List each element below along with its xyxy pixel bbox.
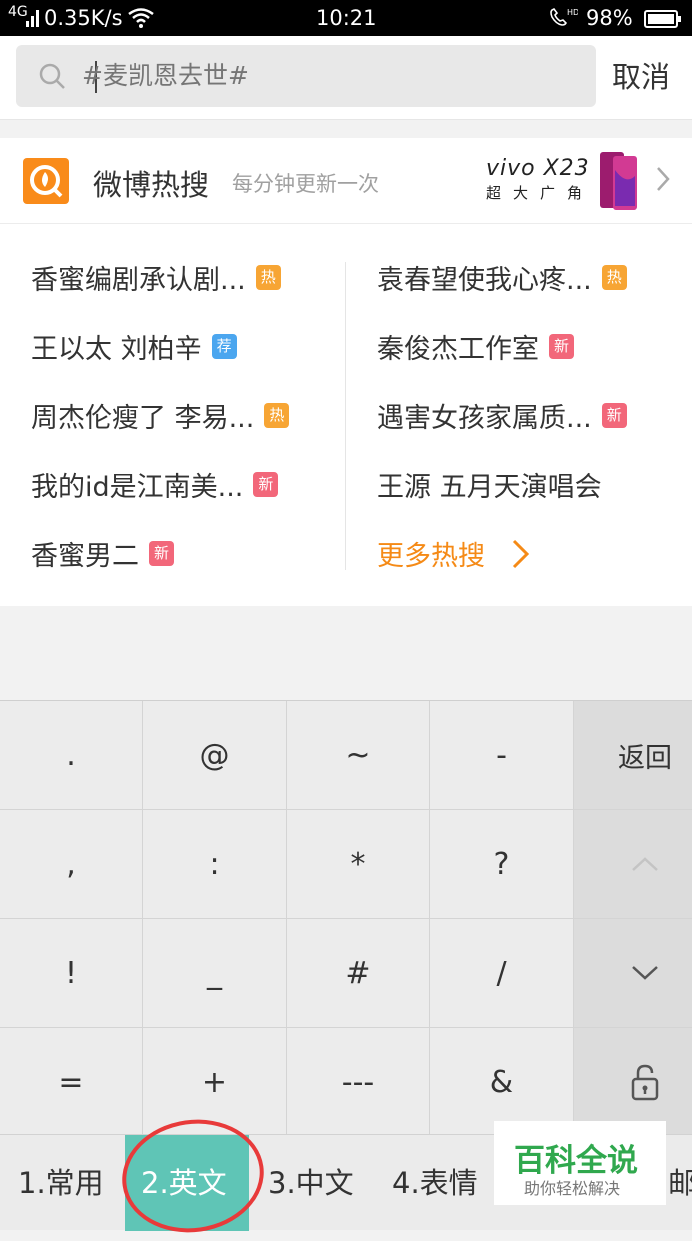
search-bar: 取消 <box>0 36 692 120</box>
new-badge: 新 <box>149 541 174 566</box>
new-badge: 新 <box>253 472 279 497</box>
chevron-right-icon <box>512 539 529 568</box>
new-badge: 新 <box>601 403 627 428</box>
tab-email[interactable]: 邮 <box>668 1135 692 1231</box>
hot-badge: 热 <box>255 265 281 290</box>
hot-search-panel: 微博热搜 每分钟更新一次 vivo X23 超大广角 香蜜编剧承认剧... 热 王… <box>0 138 692 606</box>
chevron-down-icon <box>632 966 658 980</box>
key-underscore[interactable]: _ <box>143 919 286 1027</box>
key-exclamation[interactable]: ! <box>0 919 142 1027</box>
ad-slogan: 超大广角 <box>486 184 595 202</box>
more-hot-search-link[interactable]: 更多热搜 <box>377 534 532 574</box>
hot-item-text: 王以太 刘柏辛 <box>31 334 202 365</box>
phone-ad-image <box>600 152 637 210</box>
hot-search-title: 微博热搜 <box>93 168 210 202</box>
page-down-button[interactable] <box>574 919 692 1027</box>
lock-button[interactable] <box>574 1028 692 1136</box>
chevron-up-icon <box>632 857 658 871</box>
hot-item-text: 周杰伦瘦了 李易... <box>31 403 255 434</box>
hot-item[interactable]: 王以太 刘柏辛荐 <box>31 327 237 367</box>
key-colon[interactable]: : <box>143 810 286 918</box>
search-input[interactable] <box>82 45 582 107</box>
hot-search-subtitle: 每分钟更新一次 <box>232 172 379 196</box>
key-asterisk[interactable]: * <box>287 810 429 918</box>
page-up-button[interactable] <box>574 810 692 918</box>
hot-item-text: 遇害女孩家属质... <box>377 403 592 434</box>
blank-area <box>0 606 692 700</box>
network-speed: 0.35K/s <box>44 6 123 30</box>
return-button[interactable]: 返回 <box>574 701 692 809</box>
symbol-keyboard: . @ ~ - 返回 , : * ? ! _ # / = + --- & <box>0 700 692 1136</box>
tab-chinese[interactable]: 3.中文 <box>268 1135 354 1231</box>
ad-brand: vivo X23 <box>486 156 590 181</box>
wifi-icon <box>128 8 154 33</box>
recommend-badge: 荐 <box>211 334 237 359</box>
watermark-subtitle: 助你轻松解决 <box>524 1179 621 1198</box>
status-bar: 4G 0.35K/s 10:21 HD 98% <box>0 0 692 36</box>
key-hyphen[interactable]: - <box>430 701 573 809</box>
hot-item[interactable]: 秦俊杰工作室新 <box>377 327 574 367</box>
hot-item[interactable]: 我的id是江南美... 新 <box>31 465 279 505</box>
hot-item[interactable]: 香蜜男二新 <box>31 534 174 574</box>
battery-icon <box>644 9 682 33</box>
key-ampersand[interactable]: & <box>430 1028 573 1136</box>
more-hot-search-label: 更多热搜 <box>377 541 485 572</box>
hot-item-text: 秦俊杰工作室 <box>377 334 539 365</box>
key-plus[interactable]: + <box>143 1028 286 1136</box>
hot-item[interactable]: 香蜜编剧承认剧... 热 <box>31 258 281 298</box>
lock-icon <box>631 1064 659 1101</box>
cancel-button[interactable]: 取消 <box>612 54 670 96</box>
key-question[interactable]: ? <box>430 810 573 918</box>
key-hash[interactable]: # <box>287 919 429 1027</box>
hot-badge: 热 <box>601 265 627 290</box>
hot-item[interactable]: 周杰伦瘦了 李易... 热 <box>31 396 290 436</box>
tab-common[interactable]: 1.常用 <box>18 1135 104 1231</box>
hot-item[interactable]: 遇害女孩家属质... 新 <box>377 396 627 436</box>
hot-item-text: 香蜜编剧承认剧... <box>31 265 246 296</box>
svg-text:HD: HD <box>567 8 578 17</box>
clock: 10:21 <box>316 6 377 30</box>
key-comma[interactable]: , <box>0 810 142 918</box>
watermark: 百科全说 助你轻松解决 <box>494 1121 666 1205</box>
hot-search-header[interactable]: 微博热搜 每分钟更新一次 vivo X23 超大广角 <box>0 138 692 224</box>
key-at[interactable]: @ <box>143 701 286 809</box>
column-divider <box>345 262 346 570</box>
hd-call-icon: HD <box>548 6 579 33</box>
search-icon <box>39 63 65 89</box>
hot-item-text: 香蜜男二 <box>31 541 139 572</box>
hot-item-text: 袁春望使我心疼... <box>377 265 592 296</box>
signal-icon <box>26 7 40 32</box>
watermark-title: 百科全说 <box>514 1143 638 1179</box>
hot-item[interactable]: 王源 五月天演唱会 <box>377 465 602 505</box>
hot-item-text: 王源 五月天演唱会 <box>377 472 602 503</box>
key-period[interactable]: . <box>0 701 142 809</box>
battery-percent: 98% <box>586 6 633 30</box>
new-badge: 新 <box>549 334 574 359</box>
hot-item-text: 我的id是江南美... <box>31 472 244 503</box>
chevron-right-icon <box>657 167 670 191</box>
key-triple-dash[interactable]: --- <box>287 1028 429 1136</box>
network-type: 4G <box>8 4 28 20</box>
tab-emoji[interactable]: 4.表情 <box>392 1135 478 1231</box>
key-equals[interactable]: = <box>0 1028 142 1136</box>
hot-badge: 热 <box>264 403 290 428</box>
search-box[interactable] <box>16 45 596 107</box>
key-tilde[interactable]: ~ <box>287 701 429 809</box>
hot-item[interactable]: 袁春望使我心疼... 热 <box>377 258 627 298</box>
hot-search-logo-icon <box>23 158 69 204</box>
key-slash[interactable]: / <box>430 919 573 1027</box>
